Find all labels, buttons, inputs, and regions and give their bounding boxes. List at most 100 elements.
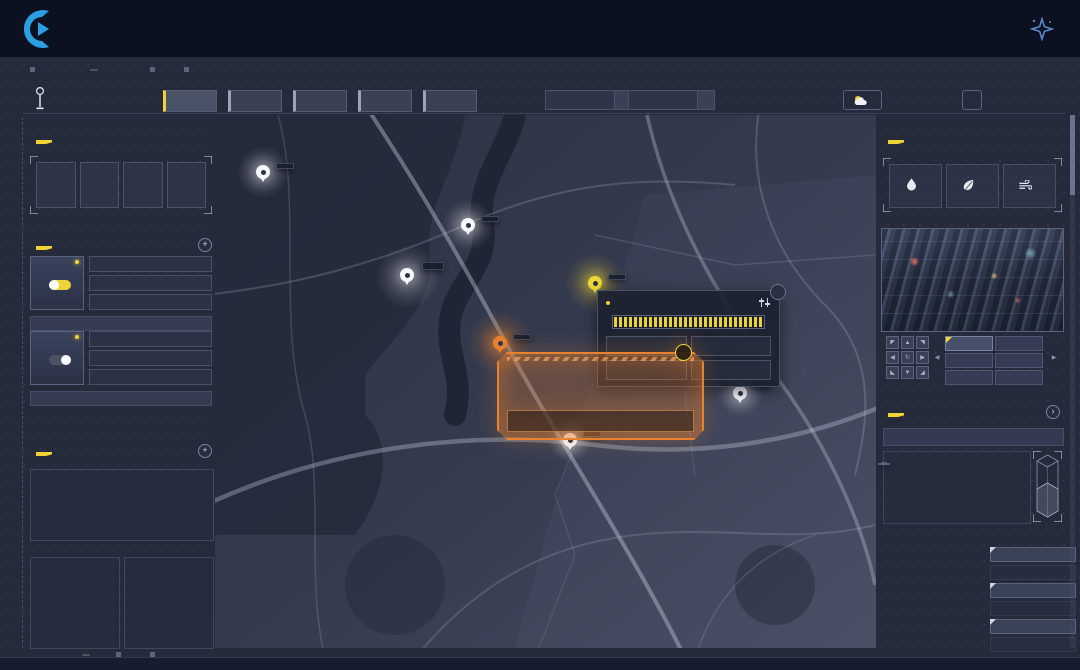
camera-button-3[interactable] (945, 370, 993, 385)
control-row (89, 294, 212, 310)
pan-up-right-button[interactable]: ◥ (916, 336, 929, 349)
camera-list-prev-button[interactable]: ◀ (933, 336, 941, 379)
type-row-a[interactable] (990, 547, 1076, 562)
pan-down-left-button[interactable]: ◣ (886, 366, 899, 379)
type-row-b[interactable] (990, 565, 1076, 580)
control-group-1 (30, 256, 212, 331)
type-list (990, 547, 1076, 655)
camera-button-5[interactable] (995, 353, 1043, 368)
bulb-dot-icon (75, 260, 79, 264)
pan-up-left-button[interactable]: ◤ (886, 336, 899, 349)
map-pin-kommunalny[interactable] (461, 218, 475, 232)
type-row-d[interactable] (990, 601, 1076, 616)
type-row-e[interactable] (990, 619, 1076, 634)
tab-overview-3[interactable] (423, 90, 477, 112)
stat-tile (36, 162, 76, 208)
map-pin-shodnya[interactable] (256, 165, 270, 179)
map-label-leningradskoe[interactable] (513, 334, 531, 340)
type-row-c[interactable] (990, 583, 1076, 598)
pan-right-button[interactable]: ▶ (916, 351, 929, 364)
streetlamp-icon (34, 87, 46, 111)
map-label-zavodskaya[interactable] (608, 274, 626, 280)
dashboard: + (0, 57, 1080, 670)
tab-analysis-1[interactable] (228, 90, 282, 112)
control-row (89, 331, 212, 347)
camera-button-6[interactable] (995, 370, 1043, 385)
camera-button-2[interactable] (945, 353, 993, 368)
lanlan-logo-icon (18, 9, 58, 49)
camera-video-feed (881, 228, 1064, 332)
reset-view-button[interactable]: ↻ (901, 351, 914, 364)
control-toggle-1[interactable] (49, 280, 71, 290)
main-tabs (163, 90, 477, 112)
map-label-kommunalny[interactable] (481, 216, 499, 222)
sliders-icon[interactable] (758, 298, 771, 307)
week-line-chart (30, 469, 214, 541)
pan-down-right-button[interactable]: ◢ (916, 366, 929, 379)
control-toggle-2[interactable] (49, 355, 71, 365)
map-scrollbar (1070, 115, 1075, 648)
map-label-shodnya[interactable] (276, 163, 294, 169)
env-tile-humidity (889, 164, 942, 208)
promo-banner (0, 0, 1080, 57)
env-tile-wind (1003, 164, 1056, 208)
scrollbar-thumb[interactable] (1070, 115, 1075, 195)
map-pin-khimki[interactable] (400, 268, 414, 282)
control-group-2 (30, 331, 212, 406)
map-pin-zavodskaya[interactable] (588, 276, 602, 290)
map-pin-moskva[interactable] (733, 386, 747, 400)
app-title-block (34, 87, 53, 111)
system-failure-popup (497, 352, 704, 440)
lbn-progress-bar (612, 315, 765, 329)
week-add-button[interactable]: + (198, 444, 212, 458)
stat-tile (80, 162, 120, 208)
environment-panel (883, 158, 1062, 212)
wind-icon (1019, 180, 1032, 190)
camera-button-1[interactable] (945, 336, 993, 351)
region-select[interactable] (628, 90, 715, 110)
panel-current-data-title (36, 131, 52, 152)
control-row (89, 350, 212, 366)
panel-workbook-title (888, 404, 904, 425)
pan-left-button[interactable]: ◀ (886, 351, 899, 364)
bottom-bar (0, 657, 1080, 670)
panel-control-title (36, 237, 52, 258)
bulb-dot-icon (75, 335, 79, 339)
tab-overview-1[interactable] (163, 90, 217, 112)
app-root: + (0, 0, 1080, 670)
collect-block (1030, 17, 1060, 41)
weather-box (843, 90, 882, 110)
status-dot-icon (606, 301, 610, 305)
stat-tile (167, 162, 207, 208)
comparison-gauge-2 (124, 557, 214, 649)
pan-up-button[interactable]: ▲ (901, 336, 914, 349)
tab-analysis-2[interactable] (358, 90, 412, 112)
type-radar-chart (876, 544, 992, 656)
camera-list-next-button[interactable]: ▶ (1050, 336, 1058, 379)
tab-overview-2[interactable] (293, 90, 347, 112)
workbook-expand-button[interactable]: › (1046, 405, 1060, 419)
panel-environment-title (888, 131, 904, 152)
workbook-cube-gauge (1033, 451, 1062, 522)
current-data-panel (30, 156, 212, 214)
lbn-bar-fill (614, 317, 763, 327)
stat-tile (123, 162, 163, 208)
close-icon[interactable] (675, 344, 692, 361)
control-row (89, 275, 212, 291)
area-select[interactable] (545, 90, 632, 110)
except-bar-2 (30, 391, 212, 406)
sun-cloud-icon (853, 95, 867, 106)
env-tile-pm25 (946, 164, 999, 208)
close-icon[interactable] (770, 284, 786, 300)
camera-list (945, 336, 1043, 385)
camera-button-4[interactable] (995, 336, 1043, 351)
chevron-down-icon[interactable] (697, 91, 714, 109)
control-add-button[interactable]: + (198, 238, 212, 252)
except-bar-1 (30, 316, 212, 331)
map-pin-leningradskoe[interactable] (493, 336, 507, 350)
decor-top-strip (30, 62, 1050, 78)
pan-down-button[interactable]: ▼ (901, 366, 914, 379)
comparison-gauge-1 (30, 557, 120, 649)
contact-block (84, 11, 102, 47)
map-label-khimki[interactable] (422, 262, 444, 270)
